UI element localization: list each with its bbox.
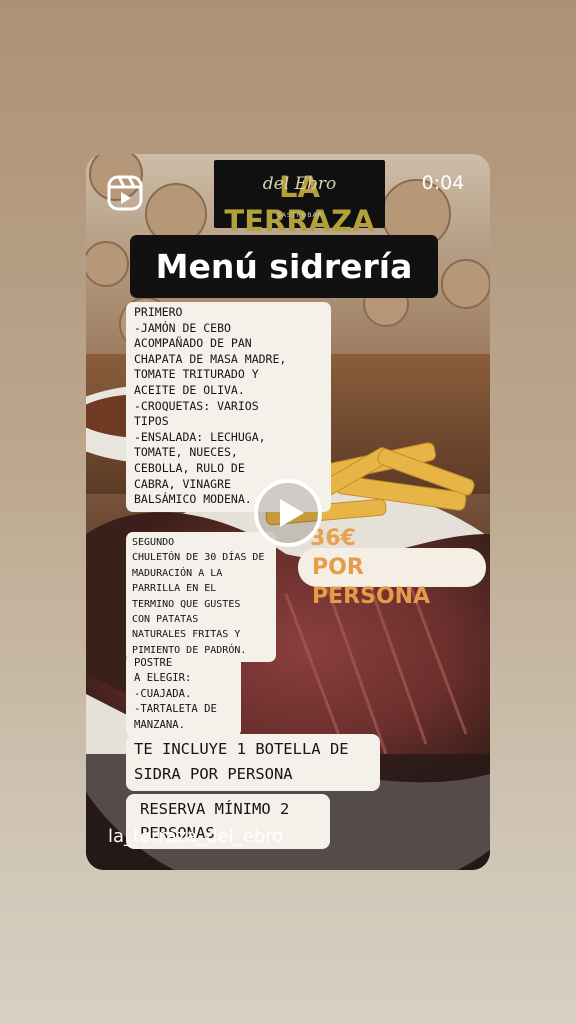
menu-segundo: SEGUNDO CHULETÓN DE 30 DÍAS DE MADURACIÓ…: [126, 532, 276, 663]
logo-script: del Ebro: [262, 174, 337, 194]
logo-subtitle: GASTROBAR: [276, 212, 323, 219]
menu-postre: POSTRE A ELEGIR: -CUAJADA. -TARTALETA DE…: [126, 653, 241, 738]
reels-icon[interactable]: [106, 174, 144, 212]
brand-logo: LA TERRAZA del Ebro GASTROBAR: [214, 160, 385, 238]
video-timer: 0:04: [421, 172, 465, 194]
price-unit: POR PERSONA: [312, 555, 431, 609]
menu-sidra: TE INCLUYE 1 BOTELLA DE SIDRA POR PERSON…: [126, 734, 380, 791]
reel-card[interactable]: LA TERRAZA del Ebro GASTROBAR 0:04 Menú …: [86, 154, 490, 870]
play-icon[interactable]: [252, 477, 324, 549]
account-username[interactable]: la_terraza_del_ebro: [108, 826, 283, 847]
price-tag: 36€ POR PERSONA: [298, 524, 486, 609]
menu-title: Menú sidrería: [130, 235, 438, 298]
